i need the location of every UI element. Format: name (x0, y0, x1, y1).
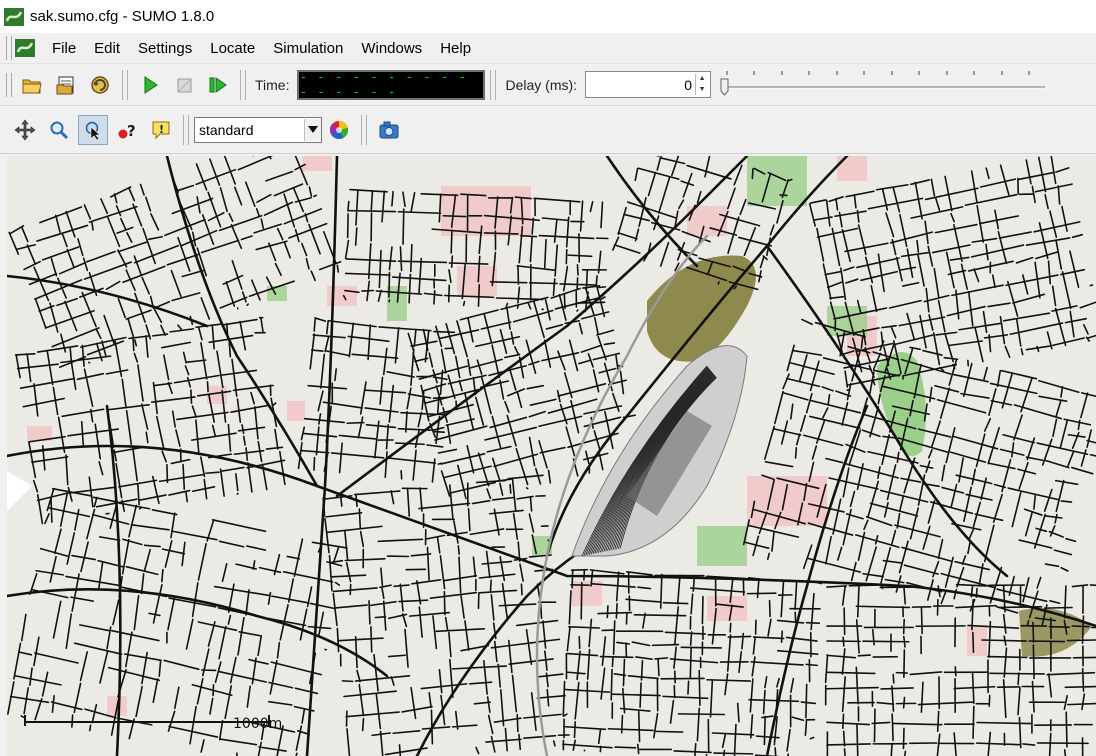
svg-text:!: ! (159, 123, 164, 136)
open-network-button[interactable] (51, 70, 81, 100)
scale-bar: 1000m (24, 715, 282, 732)
zoom-button[interactable] (44, 115, 74, 145)
time-label: Time: (255, 76, 290, 93)
menubar-grip[interactable] (6, 36, 12, 60)
major-roads (7, 156, 1096, 756)
menu-edit[interactable]: Edit (85, 40, 129, 57)
toolbar-separator (240, 69, 246, 100)
exclamation-bubble-icon: ! (152, 121, 170, 139)
view-toolbar: ? ! standard (0, 106, 1096, 154)
slider-track (720, 70, 1046, 96)
open-folder-icon (22, 79, 42, 93)
menu-locate[interactable]: Locate (201, 40, 264, 57)
color-scheme-value: standard (199, 121, 254, 138)
menu-bar: File Edit Settings Locate Simulation Win… (0, 33, 1096, 64)
delay-slider[interactable] (717, 65, 1047, 105)
menu-file[interactable]: File (43, 40, 85, 57)
svg-text:?: ? (127, 122, 136, 140)
window-titlebar: sak.sumo.cfg - SUMO 1.8.0 (0, 0, 1096, 33)
sumo-app-icon (4, 7, 24, 26)
menu-settings[interactable]: Settings (129, 40, 201, 57)
land-use-areas (7, 156, 1092, 716)
question-icon: ? (118, 122, 136, 140)
stop-icon (177, 78, 192, 92)
delay-value: 0 (684, 76, 693, 93)
open-button[interactable] (17, 70, 47, 100)
alert-button[interactable]: ! (146, 115, 176, 145)
step-icon (209, 76, 227, 93)
delay-spinner[interactable]: ▲ ▼ (695, 74, 708, 95)
play-icon (144, 75, 158, 94)
delay-label: Delay (ms): (505, 76, 578, 93)
reload-button[interactable] (85, 70, 115, 100)
stop-button[interactable] (169, 70, 199, 100)
screenshot-button[interactable] (374, 115, 404, 145)
camera-icon (379, 121, 399, 138)
color-scheme-select[interactable]: standard (194, 116, 322, 143)
simulation-toolbar: Time: - - - - - - - - - - - - - - - - De… (0, 64, 1096, 106)
locate-button[interactable] (78, 114, 108, 145)
spin-up-icon[interactable]: ▲ (696, 74, 708, 85)
spin-down-icon[interactable]: ▼ (696, 85, 708, 96)
toolbar-separator (183, 114, 189, 145)
menu-simulation[interactable]: Simulation (264, 40, 352, 57)
step-button[interactable] (203, 70, 233, 100)
reload-icon (91, 75, 109, 94)
toolbar-separator (361, 114, 367, 145)
edit-coloring-button[interactable] (324, 115, 354, 145)
toolbar-grip[interactable] (6, 72, 12, 97)
network-view[interactable]: 1000m (7, 156, 1096, 756)
slider-thumb (720, 78, 729, 96)
scale-label: 1000m (233, 716, 282, 732)
sumo-menu-icon[interactable] (15, 39, 35, 57)
chevron-down-icon[interactable] (304, 118, 321, 141)
run-button[interactable] (135, 70, 165, 100)
move-arrows-icon (14, 119, 36, 140)
magnifier-icon (50, 121, 69, 139)
road-network-map[interactable]: 1000m (7, 156, 1096, 756)
street-network (7, 156, 1096, 756)
window-title: sak.sumo.cfg - SUMO 1.8.0 (30, 8, 215, 25)
toolbar-separator (122, 69, 128, 100)
locate-cursor-icon (85, 121, 101, 140)
delay-input[interactable]: 0 ▲ ▼ (585, 71, 712, 98)
recenter-button[interactable] (10, 115, 40, 145)
open-network-icon (56, 76, 74, 94)
query-button[interactable]: ? (112, 115, 142, 145)
color-wheel-icon (329, 120, 349, 139)
menu-help[interactable]: Help (431, 40, 480, 57)
menu-windows[interactable]: Windows (352, 40, 431, 57)
time-display: - - - - - - - - - - - - - - - - (297, 69, 486, 100)
toolbar-separator (490, 69, 497, 100)
